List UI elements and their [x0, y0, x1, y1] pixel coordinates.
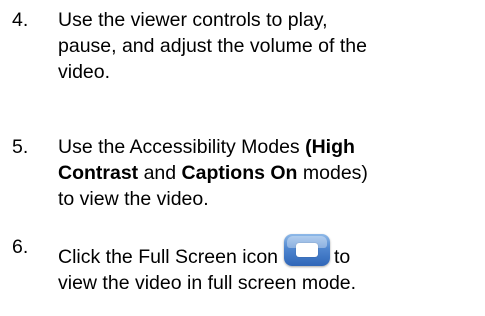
step-number: 4. [12, 9, 29, 31]
step-line: Click the Full Screen icon to [58, 234, 478, 270]
text-run: Use the Accessibility Modes [58, 136, 306, 158]
step-line: pause, and adjust the volume of the [58, 35, 367, 57]
step-line: video. [58, 61, 111, 83]
step-number: 5. [12, 136, 29, 158]
step-line: Contrast and Captions On modes) [58, 160, 478, 186]
step-text: Use the viewer controls to play, pause, … [58, 7, 478, 85]
step-text: Use the Accessibility Modes (High Contra… [58, 134, 478, 212]
full-screen-icon [284, 234, 331, 266]
text-run: modes) [297, 162, 368, 184]
text-run: Click the Full Screen icon [58, 246, 279, 268]
bold-text: Contrast [58, 162, 139, 184]
step-line: view the video in full screen mode. [58, 272, 357, 294]
text-run: and [138, 162, 182, 184]
step-line: Use the Accessibility Modes (High [58, 134, 478, 160]
step-line: to view the video. [58, 188, 209, 210]
step-number: 6. [12, 236, 29, 258]
step-text: Click the Full Screen icon to view the vi… [58, 234, 478, 296]
bold-text: (High [305, 136, 355, 158]
bold-text: Captions On [181, 162, 298, 184]
step-line: Use the viewer controls to play, [58, 9, 328, 31]
text-run: to [334, 246, 351, 268]
